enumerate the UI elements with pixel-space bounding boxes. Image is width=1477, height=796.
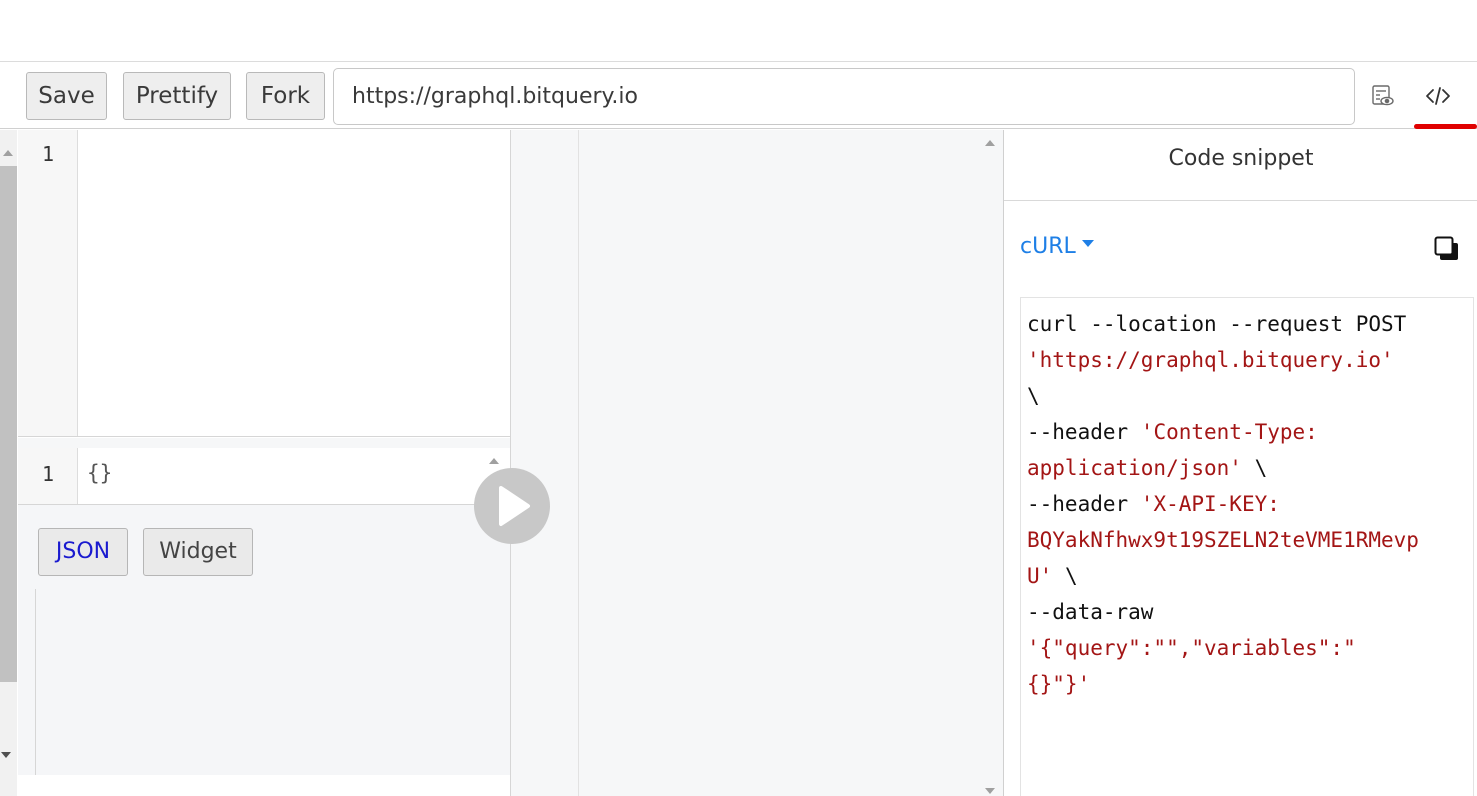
code-string-token: 'Content-Type:	[1140, 420, 1318, 444]
code-string-token: BQYakNfhwx9t19SZELN2teVME1RMevp	[1027, 528, 1419, 552]
code-line: --header 'Content-Type:	[1027, 414, 1467, 450]
variables-scroll-up-icon[interactable]	[489, 458, 499, 464]
line-number: 1	[41, 462, 55, 486]
code-token: --data-raw	[1027, 600, 1154, 624]
chevron-down-icon	[1081, 240, 1094, 247]
variables-gutter: 1	[18, 448, 78, 504]
toolbar: Save Prettify Fork https://graphql.bitqu…	[0, 62, 1477, 129]
code-line: application/json' \	[1027, 450, 1467, 486]
result-scrollbar[interactable]	[977, 130, 1003, 796]
code-line: curl --location --request POST	[1027, 306, 1467, 342]
code-line: '{"query":"","variables":"	[1027, 630, 1467, 666]
code-icon[interactable]	[1418, 76, 1458, 116]
prettify-button[interactable]: Prettify	[123, 72, 231, 120]
language-dropdown[interactable]: cURL	[1020, 234, 1094, 259]
scroll-up-arrow-icon[interactable]	[3, 150, 13, 156]
scroll-down-arrow-icon[interactable]	[1, 752, 11, 758]
code-token: curl --location --request POST	[1027, 312, 1407, 336]
code-string-token: {}"}'	[1027, 672, 1091, 696]
variables-editor[interactable]: 1 {}	[18, 448, 510, 505]
code-string-token: 'X-API-KEY:	[1140, 492, 1280, 516]
code-token: --header	[1027, 420, 1141, 444]
code-line: {}"}'	[1027, 666, 1467, 702]
line-number: 1	[41, 142, 55, 166]
code-line: --header 'X-API-KEY:	[1027, 486, 1467, 522]
endpoint-url-input[interactable]: https://graphql.bitquery.io	[333, 68, 1355, 125]
code-token: --header	[1027, 492, 1141, 516]
save-button[interactable]: Save	[26, 72, 107, 120]
browser-top-area	[0, 0, 1477, 62]
snippet-title: Code snippet	[1004, 130, 1477, 201]
editor-separator	[18, 438, 510, 448]
code-line: U' \	[1027, 558, 1467, 594]
result-scroll-down-icon[interactable]	[985, 788, 995, 794]
code-line: \	[1027, 378, 1467, 414]
code-snippet-panel: Code snippet cURL curl --location --requ…	[1003, 130, 1477, 796]
active-tab-underline	[1414, 124, 1477, 129]
result-pane	[511, 130, 1003, 796]
fork-button[interactable]: Fork	[246, 72, 325, 120]
copy-icon[interactable]	[1434, 236, 1460, 262]
code-token: \	[1241, 456, 1268, 480]
code-string-token: 'https://graphql.bitquery.io'	[1027, 348, 1394, 372]
query-gutter: 1	[18, 130, 78, 436]
code-string-token: '{"query":"","variables":"	[1027, 636, 1356, 660]
output-content-area	[35, 589, 510, 775]
code-string-token: U'	[1027, 564, 1053, 588]
result-gutter	[578, 130, 579, 796]
variables-text[interactable]: {}	[87, 461, 112, 485]
snippet-code-block[interactable]: curl --location --request POST 'https://g…	[1020, 297, 1474, 796]
code-token: \	[1027, 384, 1040, 408]
scrollbar-thumb[interactable]	[0, 166, 17, 682]
history-preview-icon[interactable]	[1363, 76, 1403, 116]
code-line: --data-raw	[1027, 594, 1467, 630]
play-icon[interactable]	[474, 468, 550, 544]
code-token: \	[1052, 564, 1078, 588]
json-tab-button[interactable]: JSON	[38, 528, 128, 576]
code-string-token: application/json'	[1027, 456, 1242, 480]
widget-tab-button[interactable]: Widget	[143, 528, 253, 576]
query-scrollbar[interactable]	[0, 130, 17, 796]
result-scroll-up-icon[interactable]	[985, 140, 995, 146]
output-format-pane: JSON Widget	[18, 505, 510, 775]
language-label: cURL	[1020, 234, 1076, 259]
code-line: 'https://graphql.bitquery.io'	[1027, 342, 1467, 378]
code-line: BQYakNfhwx9t19SZELN2teVME1RMevp	[1027, 522, 1467, 558]
bottom-strip	[18, 775, 510, 796]
query-editor[interactable]: 1	[18, 130, 510, 437]
